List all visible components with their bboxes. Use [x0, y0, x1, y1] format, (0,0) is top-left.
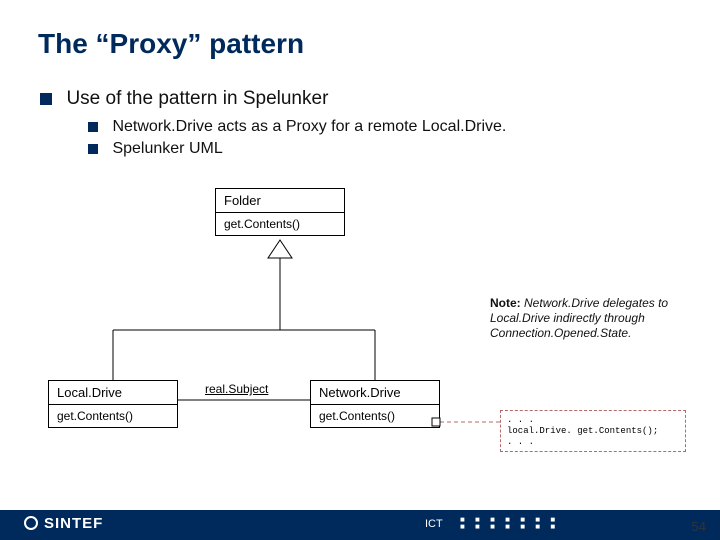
uml-class-localdrive: Local.Drive get.Contents()	[48, 380, 178, 428]
uml-class-name: Network.Drive	[311, 381, 439, 404]
uml-operation: get.Contents()	[49, 405, 177, 427]
bullet-square-icon	[88, 144, 98, 154]
slide-title: The “Proxy” pattern	[38, 28, 304, 60]
bullet-square-icon	[40, 93, 52, 105]
bullet-level2: Spelunker UML	[88, 140, 223, 158]
bullet-level1: Use of the pattern in Spelunker	[40, 88, 328, 110]
footer-bar: SINTEF ICT ■ ■ ■ ■ ■ ■ ■■ ■ ■ ■ ■ ■ ■	[0, 510, 720, 540]
uml-class-networkdrive: Network.Drive get.Contents()	[310, 380, 440, 428]
brand-text: SINTEF	[44, 515, 103, 532]
bullet2b-text: Spelunker UML	[112, 140, 222, 157]
association-label: real.Subject	[205, 382, 268, 396]
slide: The “Proxy” pattern Use of the pattern i…	[0, 0, 720, 540]
uml-class-folder: Folder get.Contents()	[215, 188, 345, 236]
note-heading: Note:	[490, 296, 521, 310]
bullet1-text: Use of the pattern in Spelunker	[66, 88, 328, 109]
bullet2a-text: Network.Drive acts as a Proxy for a remo…	[112, 118, 506, 135]
brand-logo: SINTEF	[24, 515, 103, 532]
department-label: ICT	[425, 518, 443, 530]
note-text: Note: Network.Drive delegates to Local.D…	[490, 296, 680, 341]
uml-operation: get.Contents()	[311, 405, 439, 427]
uml-connectors	[0, 0, 720, 540]
code-line: local.Drive. get.Contents();	[507, 426, 679, 437]
page-number: 54	[692, 519, 706, 534]
bullet-square-icon	[88, 122, 98, 132]
code-note: . . . local.Drive. get.Contents(); . . .	[500, 410, 686, 452]
uml-operation: get.Contents()	[216, 213, 344, 235]
bullet-level2: Network.Drive acts as a Proxy for a remo…	[88, 118, 506, 136]
uml-class-name: Folder	[216, 189, 344, 212]
code-line: . . .	[507, 415, 679, 426]
uml-class-name: Local.Drive	[49, 381, 177, 404]
code-line: . . .	[507, 437, 679, 448]
logo-ring-icon	[24, 516, 38, 530]
footer-dots-icon: ■ ■ ■ ■ ■ ■ ■■ ■ ■ ■ ■ ■ ■	[460, 516, 559, 530]
